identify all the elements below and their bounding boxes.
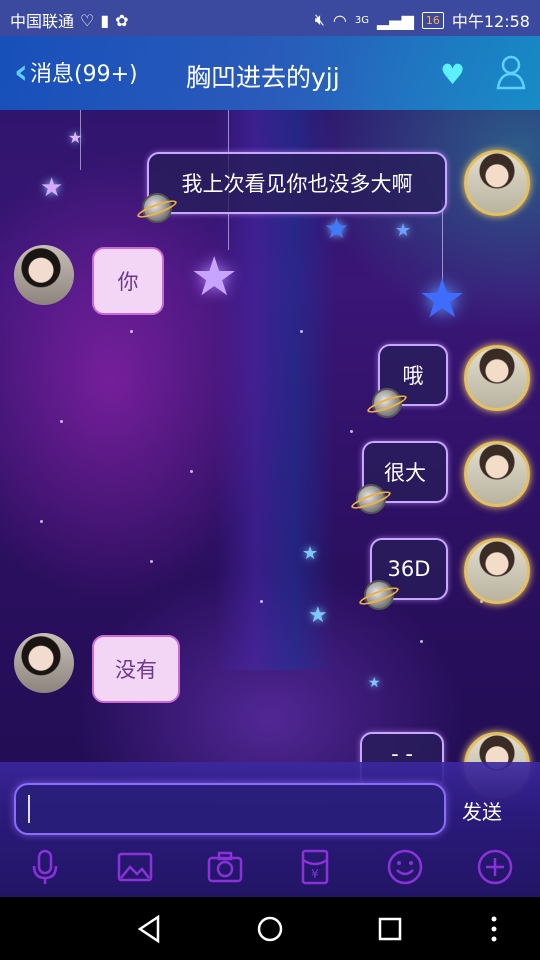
message-text: 我上次看见你也没多大啊 (181, 172, 413, 196)
incoming-message-bubble[interactable]: 没有 (92, 635, 180, 703)
wifi-icon: ◠ (332, 10, 347, 30)
star-decoration: ★ (308, 603, 328, 628)
send-button[interactable]: 发送 (462, 796, 502, 825)
message-text: 你 (117, 270, 139, 294)
planet-decoration (364, 580, 394, 610)
planet-decoration (372, 388, 402, 418)
star-decoration: ★ (40, 173, 64, 203)
star-decoration: ★ (302, 543, 319, 564)
text-caret (28, 795, 30, 823)
my-avatar[interactable] (464, 150, 530, 216)
battery-indicator: 16 (421, 11, 444, 29)
chat-header: ‹ 消息(99+) 胸凹进去的yjj ♥ (0, 36, 540, 110)
contact-avatar[interactable] (14, 633, 74, 693)
message-input[interactable] (14, 783, 446, 835)
star-decoration: ★ (190, 245, 239, 308)
message-text: 没有 (115, 658, 157, 682)
back-nav-icon[interactable] (132, 911, 168, 947)
my-avatar[interactable] (464, 538, 530, 604)
message-text: 哦 (402, 364, 424, 388)
home-nav-icon[interactable] (252, 911, 288, 947)
planet-decoration (356, 484, 386, 514)
notification-icon: ▮ (100, 10, 110, 30)
star-decoration: ★ (68, 128, 83, 147)
network-type: 3G (354, 14, 369, 26)
contact-avatar[interactable] (14, 245, 74, 305)
message-text: 很大 (384, 461, 426, 485)
microphone-icon[interactable] (26, 848, 64, 886)
heart-icon[interactable]: ♥ (440, 58, 465, 91)
camera-icon[interactable] (206, 848, 244, 886)
status-bar: 中国联通 ♡ ▮ ✿ 🔇︎ ◠ 3G ▂▄▆ 16 中午12:58 (0, 0, 540, 36)
my-avatar[interactable] (464, 441, 530, 507)
incoming-message-bubble[interactable]: 你 (92, 247, 164, 315)
app-notification-icon: ✿ (115, 10, 129, 30)
plus-icon[interactable] (476, 848, 514, 886)
recents-nav-icon[interactable] (372, 911, 408, 947)
signal-icon: ▂▄▆ (376, 10, 414, 30)
emoji-icon[interactable] (386, 848, 424, 886)
chevron-left-icon: ‹ (14, 52, 29, 92)
carrier-label: 中国联通 (10, 12, 75, 31)
back-button[interactable]: ‹ 消息(99+) (14, 52, 138, 92)
star-decoration: ★ (395, 220, 412, 241)
star-decoration: ★ (368, 675, 381, 691)
star-decoration: ★ (418, 267, 467, 330)
system-nav-bar (0, 897, 540, 960)
chat-title: 胸凹进去的yjj (186, 63, 340, 92)
heart-rate-icon: ♡ (80, 10, 95, 30)
image-icon[interactable] (116, 848, 154, 886)
star-decoration: ★ (324, 212, 350, 245)
svg-text:¥: ¥ (311, 867, 319, 881)
message-text: 36D (387, 557, 431, 581)
my-avatar[interactable] (464, 345, 530, 411)
planet-decoration (142, 193, 172, 223)
outgoing-message-bubble[interactable]: 我上次看见你也没多大啊 (147, 152, 447, 214)
red-packet-icon[interactable]: ¥ (296, 848, 334, 886)
back-label: 消息(99+) (30, 62, 138, 87)
composer-bar: 发送 ¥ (0, 762, 540, 897)
more-options-icon[interactable] (476, 911, 512, 947)
clock: 中午12:58 (451, 12, 530, 31)
mute-icon: 🔇︎ (314, 10, 325, 29)
profile-icon[interactable] (496, 54, 526, 90)
